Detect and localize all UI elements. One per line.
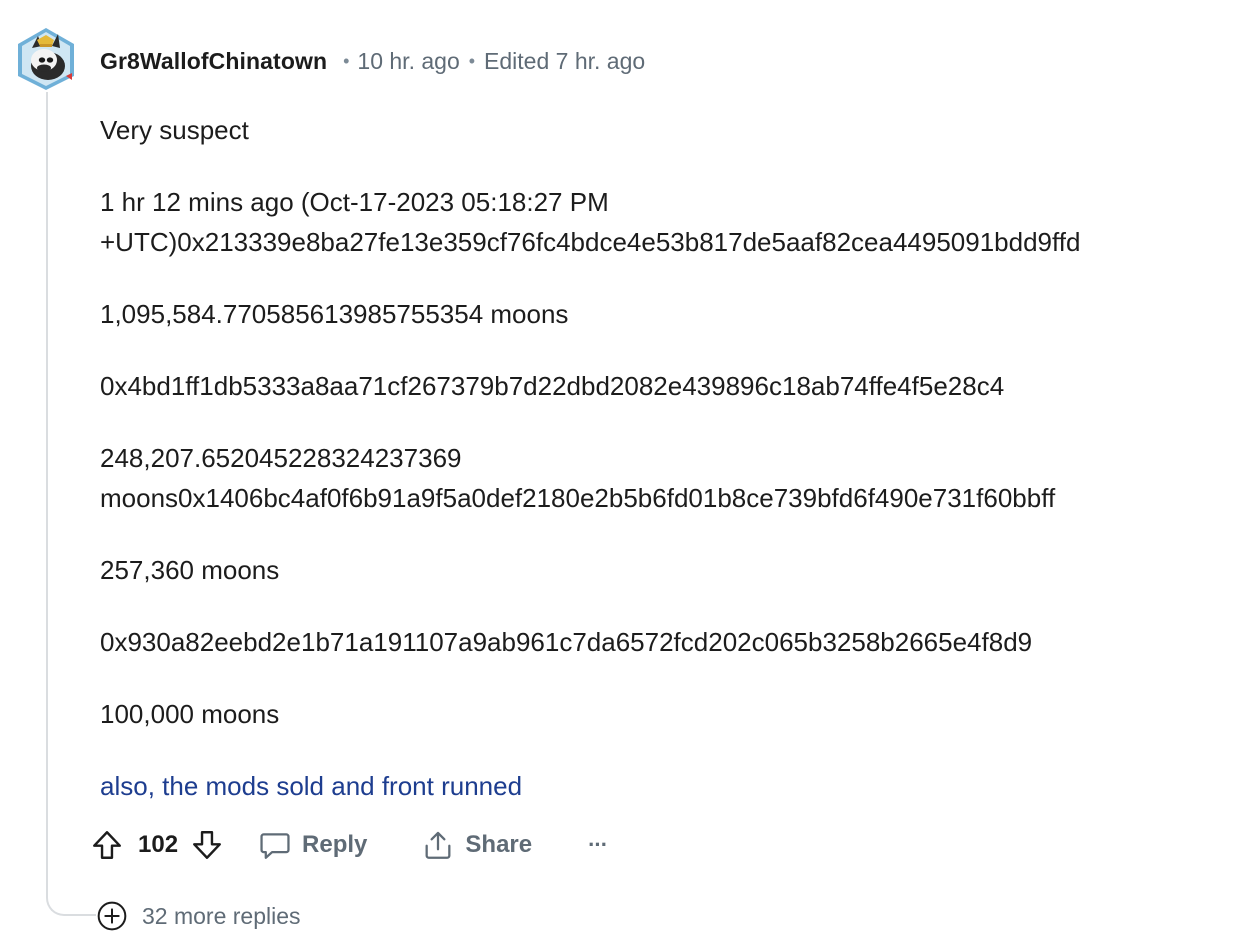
share-button[interactable]: Share bbox=[421, 820, 532, 870]
comment-bubble-icon bbox=[260, 833, 290, 859]
meta-separator: • bbox=[343, 50, 350, 71]
snoo-avatar-icon bbox=[18, 28, 74, 90]
downvote-arrow-icon bbox=[193, 831, 222, 859]
share-label: Share bbox=[465, 831, 533, 858]
reply-button[interactable]: Reply bbox=[258, 820, 367, 870]
more-replies-label: 32 more replies bbox=[142, 902, 301, 929]
comment-link[interactable]: also, the mods sold and front runned bbox=[100, 766, 1230, 806]
comment-paragraph: 248,207.652045228324237369 moons0x1406bc… bbox=[100, 443, 1056, 513]
comment-paragraph: 0x930a82eebd2e1b71a191107a9ab961c7da6572… bbox=[100, 627, 1033, 657]
comment-paragraph: 100,000 moons bbox=[100, 699, 280, 729]
more-options-icon: ··· bbox=[588, 832, 608, 857]
comment-paragraph: 257,360 moons bbox=[100, 555, 280, 585]
meta-separator: • bbox=[468, 50, 476, 71]
share-icon bbox=[425, 831, 451, 859]
thread-line-curve bbox=[46, 868, 96, 916]
reply-label: Reply bbox=[302, 831, 368, 858]
upvote-button[interactable] bbox=[86, 824, 128, 866]
edited-timestamp: Edited 7 hr. ago bbox=[484, 47, 646, 74]
avatar[interactable] bbox=[14, 26, 78, 92]
author-username[interactable]: Gr8WallofChinatown bbox=[100, 48, 327, 75]
downvote-button[interactable] bbox=[186, 824, 228, 866]
more-replies-button[interactable]: 32 more replies bbox=[96, 898, 301, 934]
vote-score: 102 bbox=[138, 831, 179, 858]
vote-group: 102 bbox=[86, 820, 228, 870]
comment-body: Very suspect 1 hr 12 mins ago (Oct-17-20… bbox=[100, 110, 1230, 806]
expand-plus-icon bbox=[97, 901, 127, 931]
comment-paragraph: 0x4bd1ff1db5333a8aa71cf267379b7d22dbd208… bbox=[100, 371, 1005, 401]
comment-header: Gr8WallofChinatown • 10 hr. ago • Edited… bbox=[100, 44, 645, 78]
more-options-button[interactable]: ··· bbox=[588, 820, 608, 870]
post-timestamp[interactable]: 10 hr. ago bbox=[357, 48, 459, 75]
comment-paragraph: Very suspect bbox=[100, 115, 249, 145]
comment-paragraph: 1 hr 12 mins ago (Oct-17-2023 05:18:27 P… bbox=[100, 187, 1081, 257]
comment-paragraph: 1,095,584.770585613985755354 moons bbox=[100, 299, 569, 329]
thread-line[interactable] bbox=[46, 92, 48, 892]
upvote-arrow-icon bbox=[93, 831, 121, 859]
comment-action-bar: 102 Reply Share ··· bbox=[86, 820, 608, 870]
